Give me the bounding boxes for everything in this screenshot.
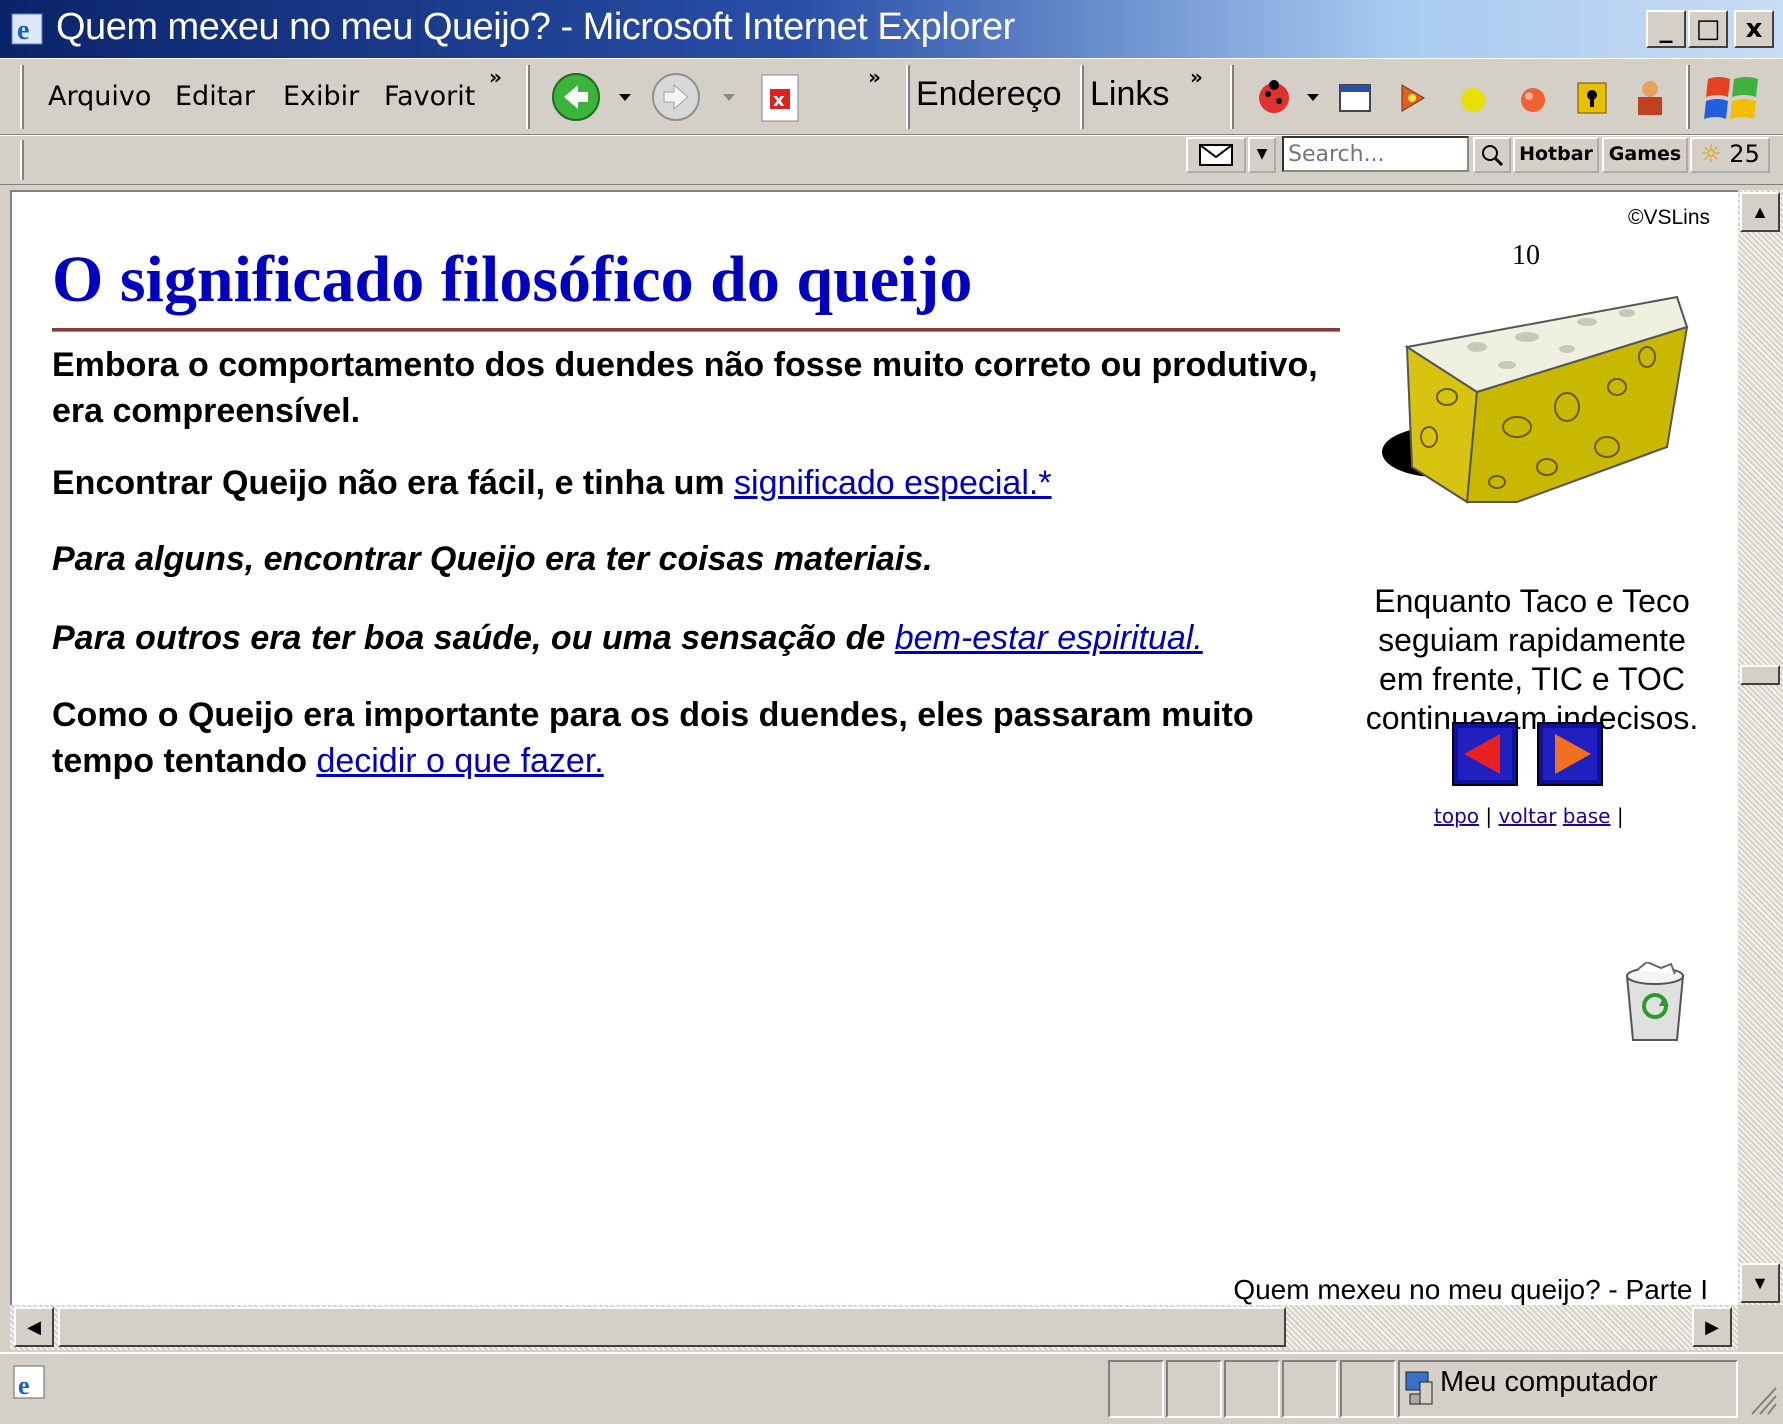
status-bar: e Meu computador bbox=[0, 1352, 1783, 1424]
resize-grip-icon[interactable] bbox=[1748, 1384, 1778, 1418]
security-zone: Meu computador bbox=[1440, 1366, 1658, 1398]
paragraph-1: Embora o comportamento dos duendes não f… bbox=[52, 346, 1318, 430]
svg-text:x: x bbox=[773, 90, 785, 111]
mail-icon bbox=[1199, 144, 1233, 166]
cheese-image bbox=[1382, 295, 1689, 504]
toolbar-overflow-chevron[interactable]: » bbox=[868, 65, 881, 89]
address-label[interactable]: Endereço bbox=[916, 75, 1062, 114]
yellow-dot-icon[interactable] bbox=[1458, 85, 1488, 115]
link-bem-estar-espiritual[interactable]: bem-estar espiritual. bbox=[895, 619, 1203, 657]
sun-icon: ☼ bbox=[1700, 140, 1722, 168]
link-base[interactable]: base bbox=[1563, 804, 1611, 828]
page-content: ©VSLins 10 O significado filosófico do q… bbox=[10, 190, 1738, 1305]
nav-links: topo | voltar base | bbox=[1434, 804, 1624, 828]
toolbar-grip[interactable] bbox=[1080, 65, 1084, 129]
copyright-text: ©VSLins bbox=[1627, 206, 1710, 229]
toolbar-grip[interactable] bbox=[906, 65, 910, 129]
menu-exibir[interactable]: Exibir bbox=[283, 81, 359, 112]
forward-dropdown-icon[interactable] bbox=[722, 93, 736, 103]
horizontal-scroll-thumb[interactable] bbox=[58, 1307, 1286, 1347]
vertical-scroll-thumb[interactable] bbox=[1740, 665, 1780, 685]
toolbar-grip[interactable] bbox=[1686, 65, 1690, 129]
back-icon[interactable] bbox=[550, 71, 602, 123]
svg-text:e: e bbox=[17, 15, 29, 46]
ladybug-dropdown-icon[interactable] bbox=[1306, 93, 1320, 103]
links-label[interactable]: Links bbox=[1090, 75, 1169, 114]
paragraph-2: Encontrar Queijo não era fácil, e tinha … bbox=[52, 460, 1352, 506]
scroll-up-button[interactable]: ▲ bbox=[1740, 192, 1780, 232]
cheese-caption: Enquanto Taco e Teco seguiam rapidamente… bbox=[1365, 583, 1699, 736]
weather-value: 25 bbox=[1729, 140, 1760, 168]
person-icon[interactable] bbox=[1630, 77, 1670, 119]
status-panel bbox=[1166, 1360, 1222, 1418]
media-icon[interactable] bbox=[1394, 79, 1432, 117]
weather-button[interactable]: ☼ 25 bbox=[1690, 137, 1770, 173]
link-significado-especial[interactable]: significado especial.* bbox=[734, 464, 1052, 502]
paragraph-5-text: Como o Queijo era importante para os doi… bbox=[52, 696, 1254, 780]
paragraph-5: Como o Queijo era importante para os doi… bbox=[52, 692, 1352, 784]
link-topo[interactable]: topo bbox=[1434, 804, 1479, 828]
link-voltar[interactable]: voltar bbox=[1498, 804, 1556, 828]
mail-button[interactable] bbox=[1186, 137, 1246, 173]
hotbar-button[interactable]: Hotbar bbox=[1513, 137, 1599, 173]
menu-editar[interactable]: Editar bbox=[175, 81, 255, 112]
nav-separator: | bbox=[1616, 804, 1624, 828]
page-number: 10 bbox=[1512, 240, 1540, 271]
windows-logo-icon bbox=[1704, 77, 1758, 119]
close-button[interactable]: x bbox=[1734, 10, 1774, 48]
toolbar-grip[interactable] bbox=[20, 140, 24, 180]
maximize-button[interactable]: □ bbox=[1688, 10, 1728, 48]
paragraph-2-text: Encontrar Queijo não era fácil, e tinha … bbox=[52, 464, 735, 502]
recycle-bin-icon[interactable] bbox=[1617, 962, 1693, 1044]
menu-favoritos[interactable]: Favorit bbox=[384, 81, 475, 112]
menu-overflow-chevron[interactable]: » bbox=[489, 65, 502, 89]
next-arrow-icon[interactable] bbox=[1537, 722, 1603, 786]
back-dropdown-icon[interactable] bbox=[618, 93, 632, 103]
toolbar-grip[interactable] bbox=[1230, 65, 1234, 129]
ladybug-icon[interactable] bbox=[1254, 79, 1294, 115]
search-input[interactable] bbox=[1282, 136, 1469, 172]
heading-divider bbox=[52, 328, 1340, 332]
page-footer: Quem mexeu no meu queijo? - Parte I bbox=[1233, 1274, 1708, 1305]
status-panel bbox=[1224, 1360, 1280, 1418]
svg-text:e: e bbox=[18, 1371, 30, 1400]
search-button[interactable] bbox=[1473, 137, 1511, 173]
keyhole-icon[interactable] bbox=[1574, 79, 1610, 117]
page-status-icon: e bbox=[13, 1365, 45, 1400]
forward-icon[interactable] bbox=[650, 71, 702, 123]
status-panel bbox=[1282, 1360, 1338, 1418]
vertical-scrollbar[interactable]: ▲ ▼ bbox=[1738, 190, 1783, 1305]
paragraph-4-text: Para outros era ter boa saúde, ou uma se… bbox=[52, 619, 895, 657]
page-heading: O significado filosófico do queijo bbox=[52, 243, 973, 316]
my-computer-icon bbox=[1405, 1371, 1433, 1405]
games-button[interactable]: Games bbox=[1602, 137, 1688, 173]
toolbar-grip[interactable] bbox=[526, 65, 530, 129]
nav-separator: | bbox=[1485, 804, 1493, 828]
link-decidir-o-que-fazer[interactable]: decidir o que fazer. bbox=[316, 742, 603, 780]
status-panel bbox=[1340, 1360, 1396, 1418]
scroll-right-button[interactable]: ▶ bbox=[1692, 1307, 1732, 1347]
stop-icon[interactable]: x bbox=[758, 71, 804, 125]
main-toolbar: Arquivo Editar Exibir Favorit » x » Ende… bbox=[0, 58, 1783, 135]
minimize-button[interactable]: _ bbox=[1646, 10, 1686, 48]
menu-arquivo[interactable]: Arquivo bbox=[48, 81, 151, 112]
title-bar: e Quem mexeu no meu Queijo? - Microsoft … bbox=[0, 0, 1783, 58]
orange-dot-icon[interactable] bbox=[1518, 85, 1548, 115]
previous-arrow-icon[interactable] bbox=[1452, 722, 1518, 786]
mail-dropdown-button[interactable]: ▼ bbox=[1248, 137, 1276, 173]
status-panel bbox=[1108, 1360, 1164, 1418]
ie-logo-icon: e bbox=[11, 13, 43, 46]
scroll-down-button[interactable]: ▼ bbox=[1740, 1263, 1780, 1303]
paragraph-4: Para outros era ter boa saúde, ou uma se… bbox=[52, 615, 1352, 661]
links-overflow-chevron[interactable]: » bbox=[1190, 65, 1203, 89]
paragraph-3: Para alguns, encontrar Queijo era ter co… bbox=[52, 540, 933, 578]
magnifier-icon bbox=[1482, 145, 1504, 167]
toolbar-grip[interactable] bbox=[20, 65, 24, 129]
horizontal-scrollbar[interactable]: ◀ ▶ bbox=[10, 1305, 1738, 1350]
window-title: Quem mexeu no meu Queijo? - Microsoft In… bbox=[56, 6, 1015, 48]
window-icon[interactable] bbox=[1336, 81, 1374, 115]
scroll-left-button[interactable]: ◀ bbox=[14, 1307, 54, 1347]
